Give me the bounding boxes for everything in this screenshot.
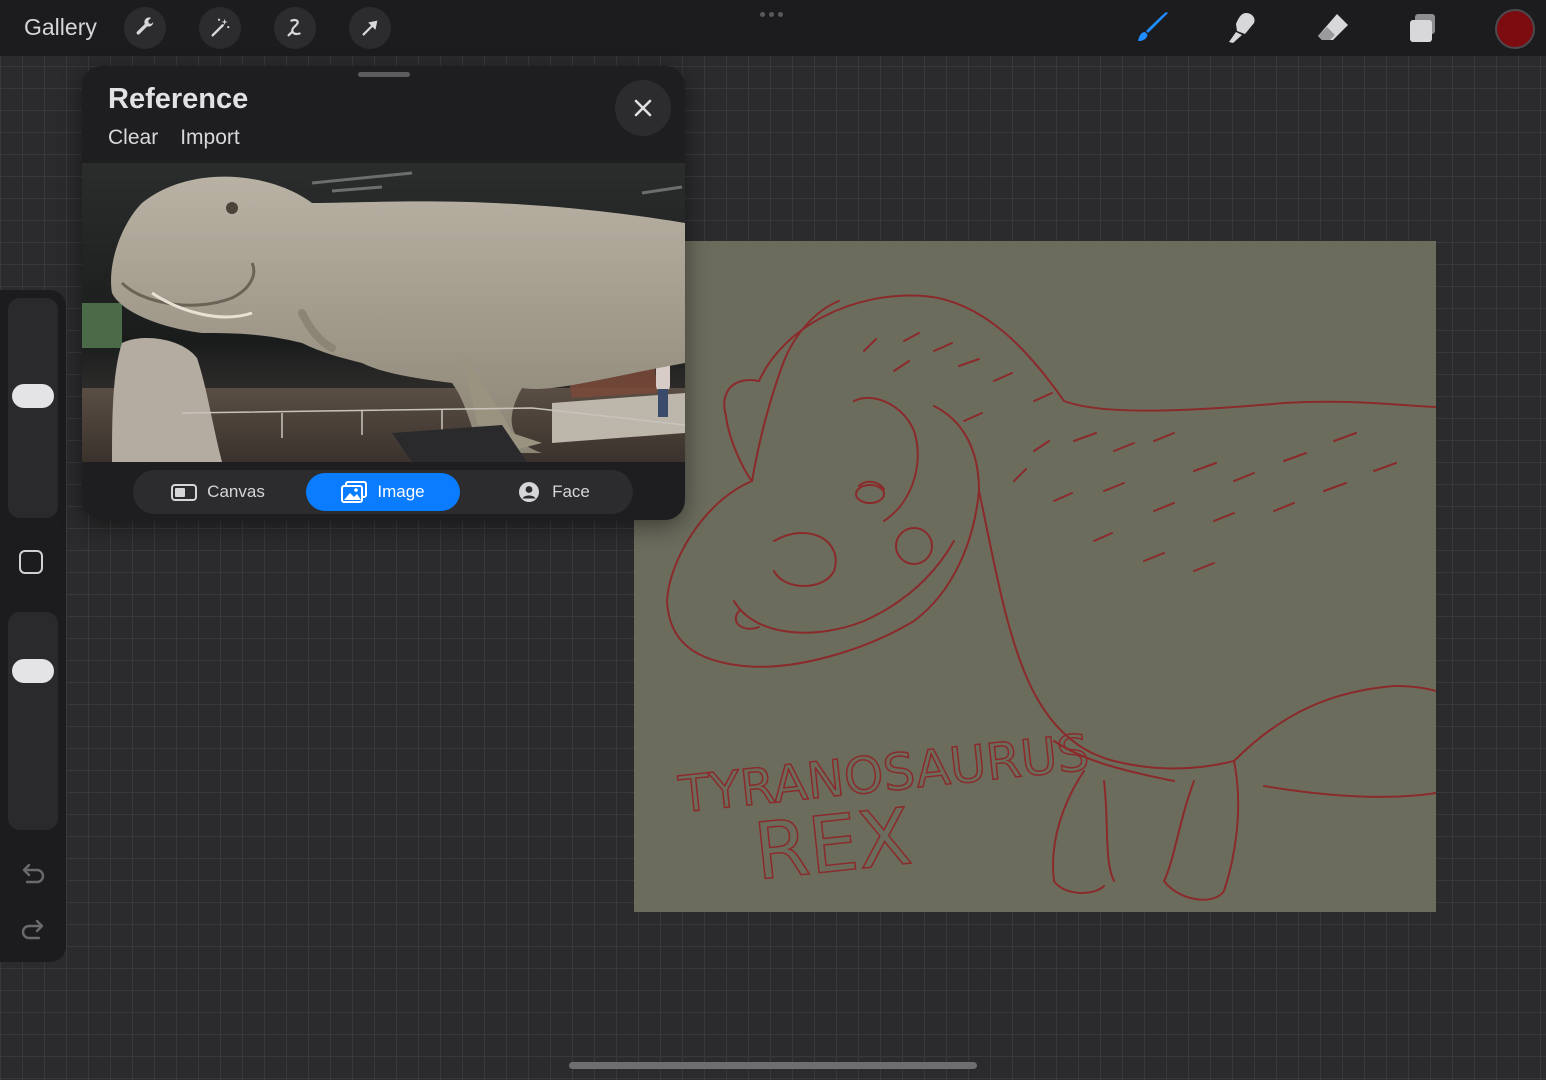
image-icon [341, 481, 368, 503]
eraser-icon [1318, 14, 1348, 40]
reference-title: Reference [108, 83, 249, 115]
reference-mode-selector: Canvas Image Face [133, 470, 633, 514]
import-button[interactable]: Import [180, 126, 240, 150]
layers-icon [1410, 14, 1435, 42]
tab-canvas-label: Canvas [207, 482, 265, 501]
smudge-tool-button[interactable] [1222, 8, 1262, 48]
wrench-icon [136, 17, 155, 35]
trex-sketch: TYRANOSAURUS REX [666, 294, 1436, 901]
color-picker-button[interactable] [1495, 9, 1535, 49]
transform-arrow-icon [362, 20, 378, 36]
top-toolbar: Gallery [0, 0, 1546, 56]
opacity-thumb[interactable] [12, 659, 54, 683]
face-icon [519, 482, 540, 502]
tab-image-label: Image [377, 482, 425, 501]
brush-size-slider[interactable] [8, 298, 58, 518]
reference-drag-handle[interactable] [358, 72, 410, 77]
brush-icon [1138, 12, 1168, 41]
home-indicator[interactable] [569, 1062, 977, 1069]
close-reference-button[interactable] [615, 80, 671, 136]
sketch-text-line2: REX [750, 792, 915, 898]
eraser-tool-button[interactable] [1313, 8, 1353, 48]
gallery-button[interactable]: Gallery [24, 14, 97, 41]
tab-face-label: Face [552, 482, 590, 501]
drawing-canvas[interactable]: TYRANOSAURUS REX [634, 241, 1436, 912]
opacity-slider[interactable] [8, 612, 58, 830]
actions-wrench-button[interactable] [124, 7, 166, 49]
undo-icon[interactable] [19, 862, 47, 886]
left-sidebar [0, 290, 66, 962]
smudge-icon [1229, 13, 1255, 43]
reference-image[interactable] [82, 163, 685, 462]
close-icon [634, 99, 652, 117]
tab-image[interactable]: Image [306, 473, 460, 511]
top-grabber[interactable] [760, 12, 783, 17]
trex-museum-photo [82, 163, 685, 462]
clear-button[interactable]: Clear [108, 126, 158, 150]
reference-panel: Reference Clear Import Canvas Image Face [82, 66, 685, 520]
transform-button[interactable] [349, 7, 391, 49]
adjustments-button[interactable] [199, 7, 241, 49]
brush-tool-button[interactable] [1133, 8, 1173, 48]
magic-wand-icon [211, 18, 230, 37]
brush-size-thumb[interactable] [12, 384, 54, 408]
selection-icon [287, 19, 301, 37]
redo-icon[interactable] [19, 918, 47, 942]
tab-face[interactable]: Face [478, 473, 628, 511]
modify-square-icon[interactable] [19, 550, 43, 574]
layers-button[interactable] [1403, 8, 1443, 48]
canvas-icon [171, 484, 198, 501]
tab-canvas[interactable]: Canvas [143, 473, 293, 511]
selection-button[interactable] [274, 7, 316, 49]
